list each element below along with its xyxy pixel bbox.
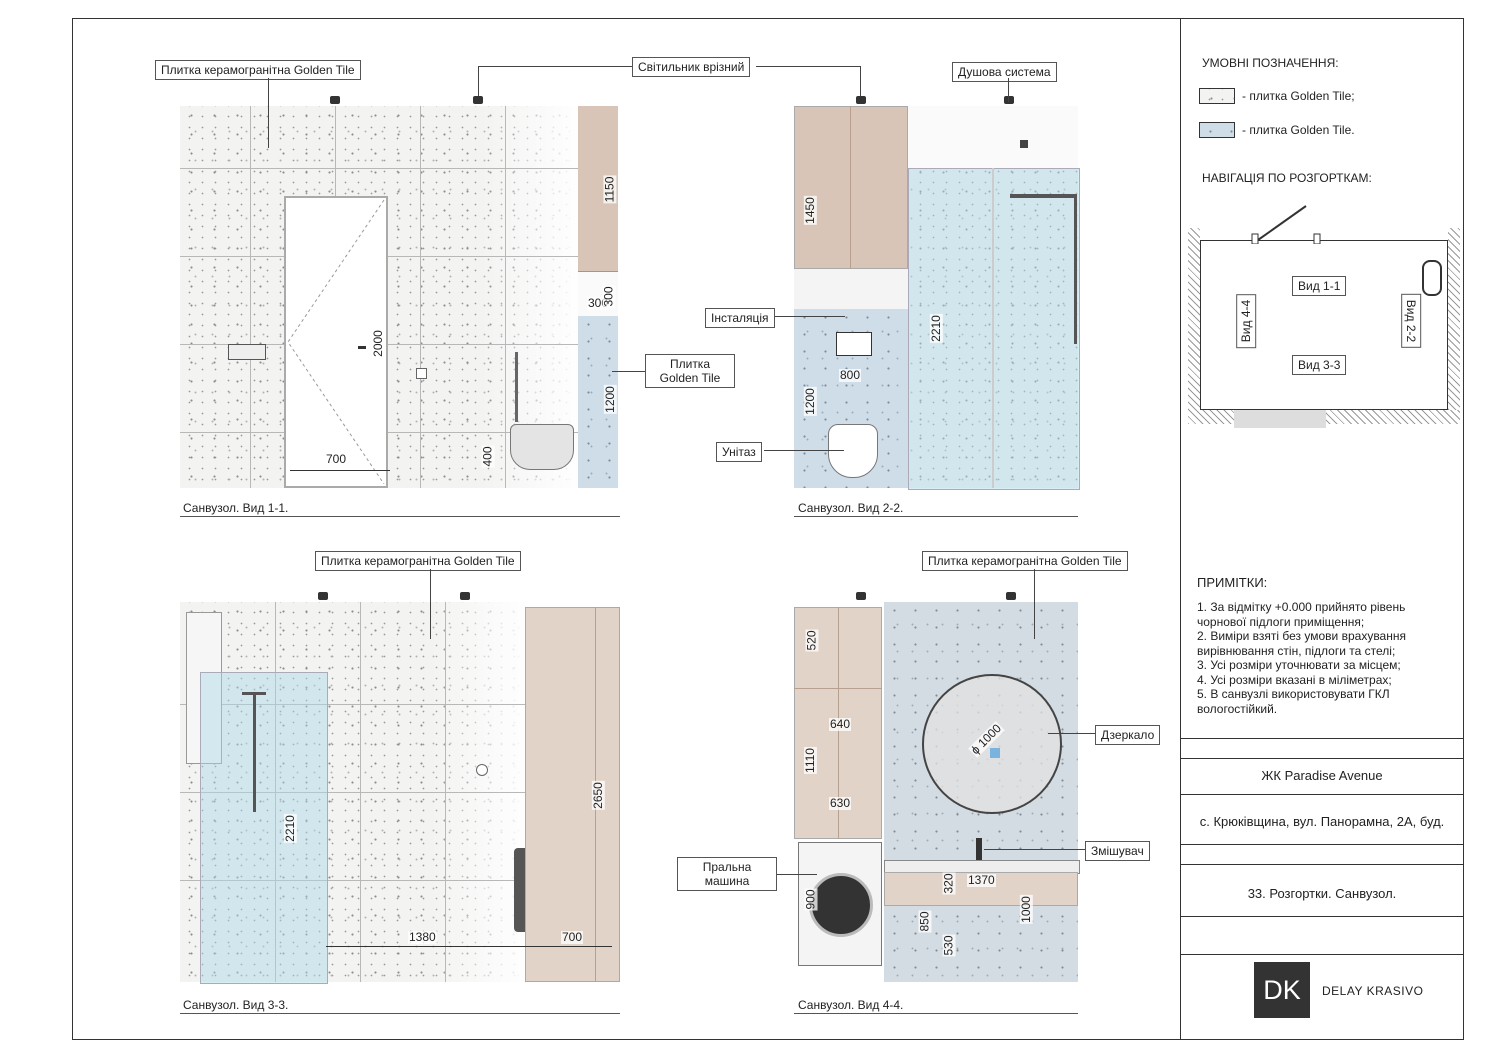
lamp-icon: [856, 592, 866, 600]
dim-label: 700: [325, 452, 348, 466]
dim-label: 900: [803, 888, 818, 911]
washer-side: [514, 848, 525, 932]
mirror: [922, 674, 1062, 814]
shower-hose: [515, 352, 518, 422]
dim-label: 300: [601, 285, 616, 308]
tag-tile: Плитка керамогранітна Golden Tile: [922, 551, 1128, 571]
caption-view-3-3: Санвузол. Вид 3-3.: [183, 998, 289, 1012]
mixer-icon: [976, 838, 982, 860]
dim-label: 1110: [802, 747, 817, 774]
dim-label: 530: [941, 934, 956, 957]
dim-label: 2650: [590, 781, 605, 810]
dim-label: 1150: [602, 175, 617, 204]
note-line: 1. За відмітку +0.000 прийнято рівень: [1197, 600, 1406, 614]
nav-view-1-1[interactable]: Вид 1-1: [1292, 276, 1347, 296]
legend-item: - плитка Golden Tile.: [1242, 123, 1355, 137]
note-line: 2. Виміри взяті без умови врахування: [1197, 629, 1406, 643]
dim-label: 630: [829, 796, 852, 810]
project-name: ЖК Paradise Avenue: [1261, 768, 1383, 783]
tag-washer: Пральна машина: [677, 857, 777, 891]
note-line: вологостійкий.: [1197, 701, 1278, 716]
lamp-icon: [1006, 592, 1016, 600]
tag-golden-tile: Плитка Golden Tile: [645, 354, 735, 388]
nav-title: НАВІГАЦІЯ ПО РОЗГОРТКАМ:: [1202, 171, 1372, 185]
dim-label: 640: [829, 717, 852, 731]
cabinet-tall: [525, 607, 620, 982]
dim-label: 700: [561, 930, 584, 944]
view-2-2: [794, 96, 1080, 490]
washer-door-icon: [809, 873, 873, 937]
shower-head-icon: [1010, 194, 1074, 198]
lamp-icon: [460, 592, 470, 600]
dim-label: 520: [804, 629, 819, 652]
nav-view-3-3[interactable]: Вид 3-3: [1292, 355, 1347, 375]
lamp-icon: [856, 96, 866, 104]
dim-label: 800: [839, 368, 862, 382]
notes-list: 1. За відмітку +0.000 прийнято рівень чо…: [1197, 600, 1406, 716]
lamp-icon: [318, 592, 328, 600]
toilet: [828, 424, 878, 478]
project-address: с. Крюківщина, вул. Панорамна, 2А, буд.: [1199, 814, 1445, 829]
tag-tile: Плитка керамогранітна Golden Tile: [155, 60, 361, 80]
note-line: чорнової підлоги приміщення;: [1197, 614, 1365, 629]
dim-label: 1200: [802, 387, 817, 416]
cabinet-niche: [794, 269, 908, 310]
notes-title: ПРИМІТКИ:: [1197, 575, 1268, 590]
view-1-1: [180, 96, 620, 488]
dim-label: 1000: [1018, 895, 1033, 924]
view-4-4: [794, 592, 1080, 982]
note-line: 3. Усі розміри уточнювати за місцем;: [1197, 658, 1401, 672]
lamp-icon: [1004, 96, 1014, 104]
nav-view-2-2[interactable]: Вид 2-2: [1401, 293, 1422, 349]
legend-title: УМОВНІ ПОЗНАЧЕННЯ:: [1202, 56, 1339, 70]
cabinet-upper: [794, 106, 908, 269]
legend-swatch-white: [1199, 88, 1235, 104]
shower-glass: [200, 672, 328, 984]
dim-label: 320: [941, 872, 956, 895]
vent-icon: [416, 368, 427, 379]
caption-view-4-4: Санвузол. Вид 4-4.: [798, 998, 904, 1012]
legend-swatch-blue: [1199, 122, 1235, 138]
tag-toilet: Унітаз: [716, 442, 762, 462]
note-line: вирівнювання стін, підлоги та стелі;: [1197, 643, 1396, 658]
dim-label: 2000: [370, 329, 385, 358]
door-handle: [358, 346, 366, 349]
door-swing-icon: [1251, 205, 1321, 244]
tag-shower: Душова система: [952, 62, 1057, 82]
dim-label: 1380: [408, 930, 437, 944]
dim-label: 1200: [602, 385, 617, 414]
bathtub-icon: [1422, 260, 1442, 296]
nav-view-4-4[interactable]: Вид 4-4: [1236, 293, 1257, 349]
logo: DK: [1254, 962, 1310, 1018]
sheet-title: 33. Розгортки. Санвузол.: [1247, 886, 1397, 901]
tag-light: Світильник врізний: [632, 57, 751, 77]
brand-name: DELAY KRASIVO: [1322, 984, 1424, 998]
vent-icon: [476, 764, 488, 776]
note-line: 5. В санвузлі використовувати ГКЛ: [1197, 687, 1390, 701]
lamp-icon: [330, 96, 340, 104]
dim-label: 1370: [967, 873, 996, 887]
dim-label: 850: [917, 910, 932, 933]
view-3-3: [180, 592, 620, 984]
dim-label: 400: [480, 445, 495, 468]
tag-tile: Плитка керамогранітна Golden Tile: [315, 551, 521, 571]
toilet: [510, 424, 574, 470]
dim-label: 1450: [802, 196, 817, 225]
caption-view-2-2: Санвузол. Вид 2-2.: [798, 501, 904, 515]
socket-block: [228, 344, 266, 360]
lamp-icon: [473, 96, 483, 104]
legend-item: - плитка Golden Tile;: [1242, 89, 1355, 103]
dim-label: 2210: [928, 314, 943, 343]
note-line: 4. Усі розміри вказані в міліметрах;: [1197, 672, 1392, 687]
tag-mirror: Дзеркало: [1095, 725, 1161, 745]
tag-mixer: Змішувач: [1085, 841, 1150, 861]
dim-label: 2210: [282, 814, 297, 843]
tag-install: Інсталяція: [705, 308, 775, 328]
caption-view-1-1: Санвузол. Вид 1-1.: [183, 501, 289, 515]
